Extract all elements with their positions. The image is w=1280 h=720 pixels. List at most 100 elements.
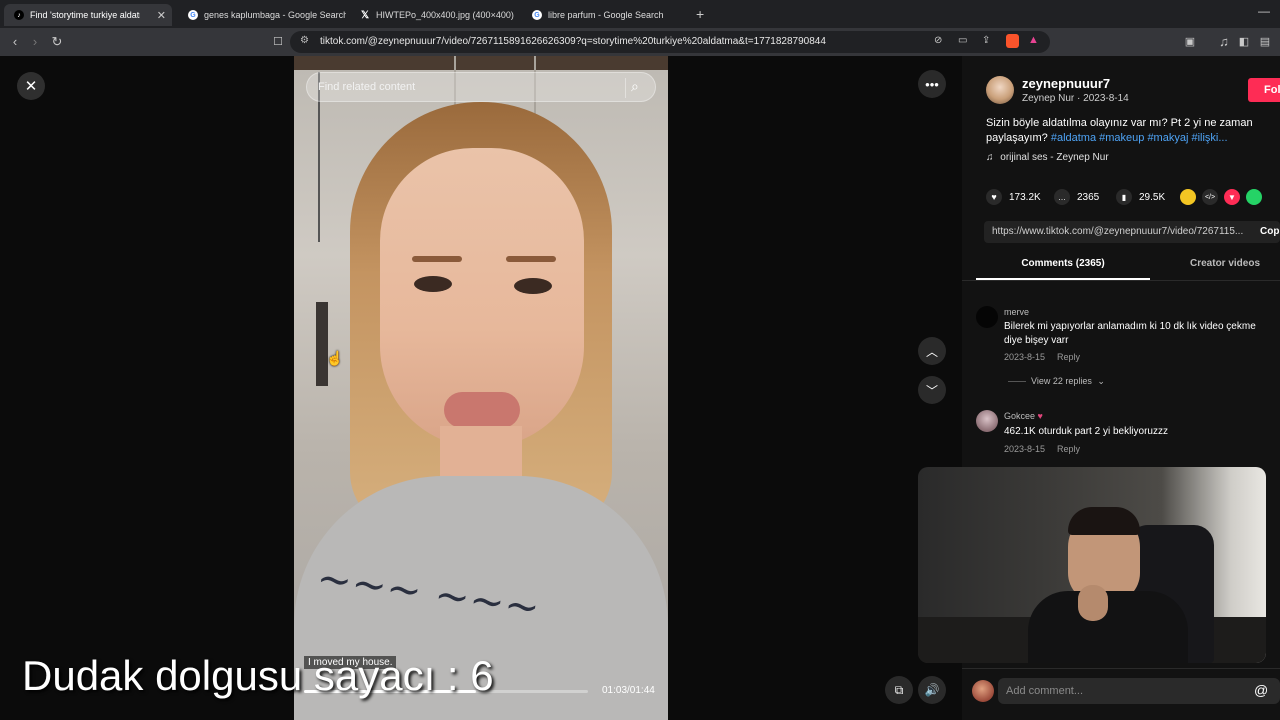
x-icon: 𝕏 — [360, 9, 370, 21]
brave-shield-icon[interactable] — [1006, 34, 1019, 48]
close-video-button[interactable]: ✕ — [17, 72, 45, 100]
more-options-button[interactable]: ••• — [918, 70, 946, 98]
music-note-icon: ♫ — [986, 152, 994, 163]
pip-icon: ⧉ — [894, 682, 904, 697]
embed-icon[interactable]: </> — [1202, 189, 1218, 205]
author-avatar[interactable] — [986, 76, 1014, 104]
more-icon: ••• — [925, 76, 939, 92]
floating-player-button[interactable]: ⧉ — [885, 676, 913, 704]
comment-date: 2023-8-15 — [1004, 444, 1046, 454]
video-player[interactable]: ~~~ ~~~ Find related content ⌕ I moved m… — [294, 56, 668, 720]
chevron-down-icon: ⌄ — [1097, 376, 1105, 386]
like-icon[interactable]: ♥ — [986, 189, 1002, 205]
tab-title: Find 'storytime turkiye aldatm — [30, 10, 140, 20]
ceiling-band — [294, 56, 668, 70]
tiktok-page: ✕ ~~~ ~~~ Find related content ⌕ I moved… — [0, 56, 1280, 720]
back-icon[interactable]: ‹ — [7, 34, 23, 50]
google-icon: G — [532, 10, 542, 20]
comment-username[interactable]: merve — [1004, 307, 1029, 317]
replies-line — [1008, 381, 1026, 382]
hair-shape — [1068, 507, 1140, 535]
share-icon[interactable]: ⇪ — [982, 35, 990, 46]
search-divider — [625, 78, 626, 98]
site-info-icon[interactable]: ⚙ — [300, 35, 309, 46]
close-tab-icon[interactable]: ✕ — [157, 9, 166, 22]
webcam-overlay — [918, 467, 1266, 663]
whatsapp-icon[interactable] — [1246, 189, 1262, 205]
reload-icon[interactable]: ↻ — [49, 34, 65, 50]
next-video-button[interactable]: ﹀ — [918, 376, 946, 404]
music-label: orijinal ses - Zeynep Nur — [1000, 152, 1109, 163]
handle — [316, 302, 328, 386]
translate-icon[interactable]: ⊘ — [934, 35, 942, 46]
new-tab-icon[interactable]: + — [696, 6, 704, 22]
like-count: 173.2K — [1009, 191, 1041, 203]
tab-comments[interactable]: Comments (2365) — [976, 258, 1150, 280]
avatar[interactable] — [976, 306, 998, 328]
body-shape — [1028, 591, 1188, 663]
bookmark-icon[interactable]: ☐ — [270, 34, 286, 50]
google-icon: G — [188, 10, 198, 20]
browser-tab-tiktok[interactable]: ♪ Find 'storytime turkiye aldatm ✕ — [4, 4, 172, 26]
view-replies-button[interactable]: View 22 replies ⌄ — [1031, 376, 1105, 387]
bookmark-icon[interactable]: ▮ — [1116, 189, 1132, 205]
tab-title: libre parfum - Google Search — [548, 10, 664, 20]
reply-button[interactable]: Reply — [1057, 352, 1080, 362]
tabs-divider — [962, 280, 1280, 281]
my-avatar — [972, 680, 994, 702]
stats-row: ♥ 173.2K … 2365 ▮ 29.5K </> ▼ — [986, 189, 1262, 205]
send-icon[interactable]: ▼ — [1224, 189, 1240, 205]
address-bar[interactable]: ⚙ tiktok.com/@zeynepnuuur7/video/7267115… — [290, 31, 1050, 53]
volume-button[interactable]: 🔊 — [918, 676, 946, 704]
hashtags[interactable]: #aldatma #makeup #makyaj #ilişki... — [1051, 132, 1228, 144]
comment-text: Bilerek mi yapıyorlar anlamadım ki 10 dk… — [1004, 321, 1256, 346]
browser-tab-genes[interactable]: G genes kaplumbaga - Google Search — [178, 4, 346, 26]
browser-tab-image[interactable]: 𝕏 HIWTEPo_400x400.jpg (400×400) — [350, 4, 518, 26]
related-search-placeholder: Find related content — [318, 81, 416, 93]
author-name-date: Zeynep Nur · 2023-8-14 — [1022, 93, 1129, 104]
save-count: 29.5K — [1139, 191, 1166, 203]
reply-button[interactable]: Reply — [1057, 444, 1080, 454]
copy-link-button[interactable]: Cop — [1260, 226, 1279, 237]
search-icon[interactable]: ⌕ — [631, 78, 639, 95]
browser-tab-libre[interactable]: G libre parfum - Google Search — [522, 4, 690, 26]
lips-emoji-icon: ♥ — [1037, 411, 1043, 421]
cast-icon[interactable]: ▭ — [958, 35, 967, 46]
comment-input[interactable]: Add comment... @ — [998, 678, 1280, 704]
media-icon[interactable]: ♫ — [1216, 34, 1232, 50]
view-replies-label: View 22 replies — [1031, 376, 1092, 386]
tab-title: HIWTEPo_400x400.jpg (400×400) — [376, 10, 514, 20]
composer-divider — [962, 668, 1280, 669]
mention-icon[interactable]: @ — [1254, 682, 1268, 698]
share-link: https://www.tiktok.com/@zeynepnuuur7/vid… — [992, 226, 1244, 237]
comment-text: 462.1K oturduk part 2 yi bekliyoruzzz — [1004, 426, 1168, 437]
chevron-up-icon: ︿ — [925, 344, 938, 359]
wallet-icon[interactable]: ▤ — [1257, 34, 1273, 50]
repost-icon[interactable] — [1180, 189, 1196, 205]
author-username[interactable]: zeynepnuuur7 — [1022, 76, 1110, 91]
chevron-down-icon: ﹀ — [925, 383, 938, 398]
share-link-box[interactable]: https://www.tiktok.com/@zeynepnuuur7/vid… — [984, 221, 1280, 243]
left-eyebrow — [412, 256, 462, 262]
panel-icon[interactable]: ◧ — [1236, 34, 1252, 50]
left-eye — [414, 276, 452, 292]
mouse-cursor-icon: ☝ — [326, 350, 344, 366]
rewards-icon[interactable]: ▲ — [1028, 34, 1039, 46]
comment-icon[interactable]: … — [1054, 189, 1070, 205]
comment-placeholder: Add comment... — [1006, 685, 1084, 697]
forward-icon[interactable]: › — [27, 34, 43, 50]
volume-icon: 🔊 — [924, 683, 940, 697]
sidebar-icon[interactable]: ▣ — [1182, 34, 1198, 50]
comment-count: 2365 — [1077, 191, 1100, 203]
avatar[interactable] — [976, 410, 998, 432]
tab-title: genes kaplumbaga - Google Search — [204, 10, 346, 20]
minimize-icon[interactable]: — — [1258, 4, 1270, 18]
previous-video-button[interactable]: ︿ — [918, 337, 946, 365]
related-search-box[interactable]: Find related content ⌕ — [306, 72, 656, 102]
lips — [444, 392, 520, 428]
comment-username[interactable]: Gokcee ♥ — [1004, 411, 1043, 421]
tab-creator-videos[interactable]: Creator videos — [1190, 258, 1260, 269]
follow-button[interactable]: Fol — [1248, 78, 1280, 102]
music-row[interactable]: ♫ orijinal ses - Zeynep Nur — [986, 152, 1109, 163]
right-eyebrow — [506, 256, 556, 262]
